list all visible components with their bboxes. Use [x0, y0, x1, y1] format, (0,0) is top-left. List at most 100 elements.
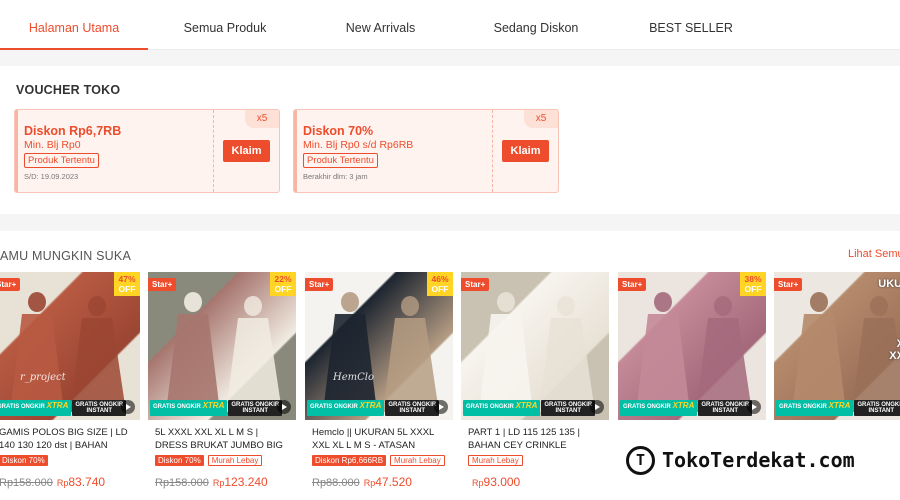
tokoterdekat-watermark: T TokoTerdekat.com — [626, 444, 855, 476]
product-tag: Murah Lebay — [207, 455, 263, 466]
tab-halaman-utama[interactable]: Halaman Utama — [0, 0, 148, 50]
recommendation-title: AMU MUNGKIN SUKA — [0, 249, 131, 263]
star-plus-badge: Star+ — [461, 278, 490, 291]
free-shipping-instant-badge: GRATIS ONGKIRINSTANT — [854, 400, 900, 416]
voucher-validity: S/D: 19.09.2023 — [24, 172, 79, 181]
free-shipping-xtra-badge: GRATIS ONGKIR XTRA — [0, 400, 72, 416]
voucher-title: Diskon 70% — [303, 124, 374, 138]
free-shipping-instant-badge: GRATIS ONGKIRINSTANT — [228, 400, 283, 416]
sale-price: Rp123.240 — [212, 475, 268, 489]
product-tag: Murah Lebay — [468, 455, 523, 466]
star-plus-badge: Star+ — [305, 278, 334, 291]
product-tags: Murah Lebay — [468, 455, 523, 466]
product-tag: Diskon 70% — [0, 455, 48, 466]
product-image[interactable]: Star+ 22% OFF GRATIS ONGKIR XTRA GRATIS ONGK… — [148, 272, 296, 420]
voucher-tag: Produk Tertentu — [24, 153, 99, 168]
discount-badge: 38% OFF — [740, 272, 766, 296]
voucher-section-title: VOUCHER TOKO — [16, 83, 121, 97]
promo-strip: GRATIS ONGKIR XTRAGRATIS ONGKIRINSTANT — [776, 400, 900, 416]
image-caption: HemClo — [333, 372, 374, 383]
product-image[interactable]: Star+ 47%OFF r_project GRATIS ONGKIR XTRAGR… — [0, 272, 140, 420]
klaim-button[interactable]: Klaim — [223, 140, 270, 162]
product-card[interactable]: Star+ 22% OFF GRATIS ONGKIR XTRA GRATIS ONGK… — [148, 272, 296, 500]
price-row: Rp93.000 — [468, 473, 520, 491]
free-shipping-xtra-badge: GRATIS ONGKIR XTRA — [150, 400, 228, 416]
voucher-divider — [492, 110, 493, 192]
discount-badge: 46% OFF — [427, 272, 453, 296]
discount-badge: 22% OFF — [270, 272, 296, 296]
voucher-card: Diskon 70% Min. Blj Rp0 s/d Rp6RB Produk… — [293, 109, 559, 193]
price-row: Rp158.000 Rp123.240 — [155, 473, 268, 491]
product-name: Hemclo || UKURAN 5L XXXL XXL XL L M S - … — [312, 427, 434, 451]
promo-strip: GRATIS ONGKIR XTRAGRATIS ONGKIRINSTANT — [150, 400, 283, 416]
product-tags: Diskon Rp6,666RB Murah Lebay — [312, 455, 445, 466]
product-tag: Diskon 70% — [155, 455, 204, 466]
video-play-icon[interactable] — [747, 400, 761, 414]
sale-price: Rp83.740 — [56, 475, 106, 489]
watermark-text: TokoTerdekat.com — [662, 448, 855, 472]
free-shipping-instant-badge: GRATIS ONGKIRINSTANT — [72, 400, 127, 416]
klaim-button[interactable]: Klaim — [502, 140, 549, 162]
product-card[interactable]: Star+46%OFFHemCloXL 4XLGRATIS ONGKIR XTR… — [305, 272, 453, 500]
product-tag: Diskon Rp6,666RB — [312, 455, 387, 466]
product-tags: Diskon 70% — [0, 455, 48, 466]
product-card[interactable]: Star+ 47%OFF r_project GRATIS ONGKIR XTRAGR… — [0, 272, 140, 500]
star-plus-badge: Star+ — [618, 278, 647, 291]
voucher-divider — [213, 110, 214, 192]
free-shipping-instant-badge: GRATIS ONGKIRINSTANT — [385, 400, 440, 416]
video-play-icon[interactable] — [277, 400, 291, 414]
voucher-title: Diskon Rp6,7RB — [24, 124, 122, 138]
free-shipping-xtra-badge: GRATIS ONGKIR XTRA — [776, 400, 854, 416]
voucher-tag: Produk Tertentu — [303, 153, 378, 168]
product-name: PART 1 | LD 115 125 135 | BAHAN CEY CRIN… — [468, 427, 580, 451]
product-photo-shapes — [479, 292, 595, 412]
product-name: GAMIS POLOS BIG SIZE | LD 140 130 120 ds… — [0, 427, 128, 451]
voucher-multiplier: x5 — [524, 110, 558, 128]
free-shipping-xtra-badge: GRATIS ONGKIR XTRA — [620, 400, 698, 416]
tab-best-seller[interactable]: BEST SELLER — [628, 0, 754, 50]
watermark-logo-icon: T — [626, 445, 655, 475]
original-price: Rp158.000 — [155, 477, 209, 489]
star-plus-badge: Star+ — [774, 278, 803, 291]
tab-new-arrivals[interactable]: New Arrivals — [318, 0, 443, 50]
product-tag: Murah Lebay — [390, 455, 445, 466]
video-play-icon[interactable] — [434, 400, 448, 414]
promo-strip: GRATIS ONGKIR XTRAGRATIS ONGKIRINSTANT — [307, 400, 440, 416]
product-image[interactable]: Star+46%OFFHemCloXL 4XLGRATIS ONGKIR XTR… — [305, 272, 453, 420]
promo-strip: GRATIS ONGKIR XTRAGRATIS ONGKIRINSTANT — [0, 400, 127, 416]
product-image[interactable]: Star+ GRATIS ONGKIR XTRA GRATIS ONGKIR INST… — [461, 272, 609, 420]
star-plus-badge: Star+ — [0, 278, 21, 291]
video-play-icon[interactable] — [121, 400, 135, 414]
video-play-icon[interactable] — [590, 400, 604, 414]
free-shipping-xtra-badge: GRATIS ONGKIR XTRA — [463, 400, 541, 416]
original-price: Rp158.000 — [0, 477, 53, 489]
product-image[interactable]: Star+ UKURASMLXLXXLXXXL5L GRATIS ONGKIR XT… — [774, 272, 900, 420]
free-shipping-xtra-badge: GRATIS ONGKIR XTRA — [307, 400, 385, 416]
product-image[interactable]: Star+ 38% OFF GRATIS ONGKIR XTRA GRATIS ONGK… — [618, 272, 766, 420]
image-caption: r_project — [20, 372, 66, 383]
promo-strip: GRATIS ONGKIR XTRAGRATIS ONGKIRINSTANT — [620, 400, 753, 416]
sale-price: Rp93.000 — [472, 475, 521, 489]
star-plus-badge: Star+ — [148, 278, 177, 291]
free-shipping-instant-badge: GRATIS ONGKIRINSTANT — [698, 400, 753, 416]
voucher-min-spend: Min. Blj Rp0 s/d Rp6RB — [303, 139, 414, 151]
voucher-min-spend: Min. Blj Rp0 — [24, 139, 81, 151]
price-row: Rp158.000 Rp83.740 — [0, 473, 105, 491]
price-row: Rp88.000 Rp47.520 — [312, 473, 412, 491]
discount-badge: 47% OFF — [114, 272, 140, 296]
image-size-list: UKURASMLXLXXLXXXL5L — [878, 278, 900, 362]
voucher-multiplier: x5 — [245, 110, 279, 128]
product-name: 5L XXXL XXL XL L M S | DRESS BRUKAT JUMB… — [155, 427, 283, 451]
voucher-card: Diskon Rp6,7RB Min. Blj Rp0 Produk Terte… — [14, 109, 280, 193]
product-card[interactable]: Star+ GRATIS ONGKIR XTRA GRATIS ONGKIR INST… — [461, 272, 609, 500]
product-tags: Diskon 70% Murah Lebay — [155, 455, 263, 466]
sale-price: Rp47.520 — [363, 475, 412, 489]
see-all-link[interactable]: Lihat Semu — [848, 248, 900, 260]
tab-semua-produk[interactable]: Semua Produk — [160, 0, 290, 50]
voucher-section: VOUCHER TOKO Diskon Rp6,7RB Min. Blj Rp0… — [0, 66, 900, 214]
tab-sedang-diskon[interactable]: Sedang Diskon — [472, 0, 600, 50]
free-shipping-instant-badge: GRATIS ONGKIRINSTANT — [541, 400, 596, 416]
original-price: Rp88.000 — [312, 477, 360, 489]
promo-strip: GRATIS ONGKIR XTRAGRATIS ONGKIRINSTANT — [463, 400, 596, 416]
voucher-validity: Berakhir dlm: 3 jam — [303, 172, 368, 181]
